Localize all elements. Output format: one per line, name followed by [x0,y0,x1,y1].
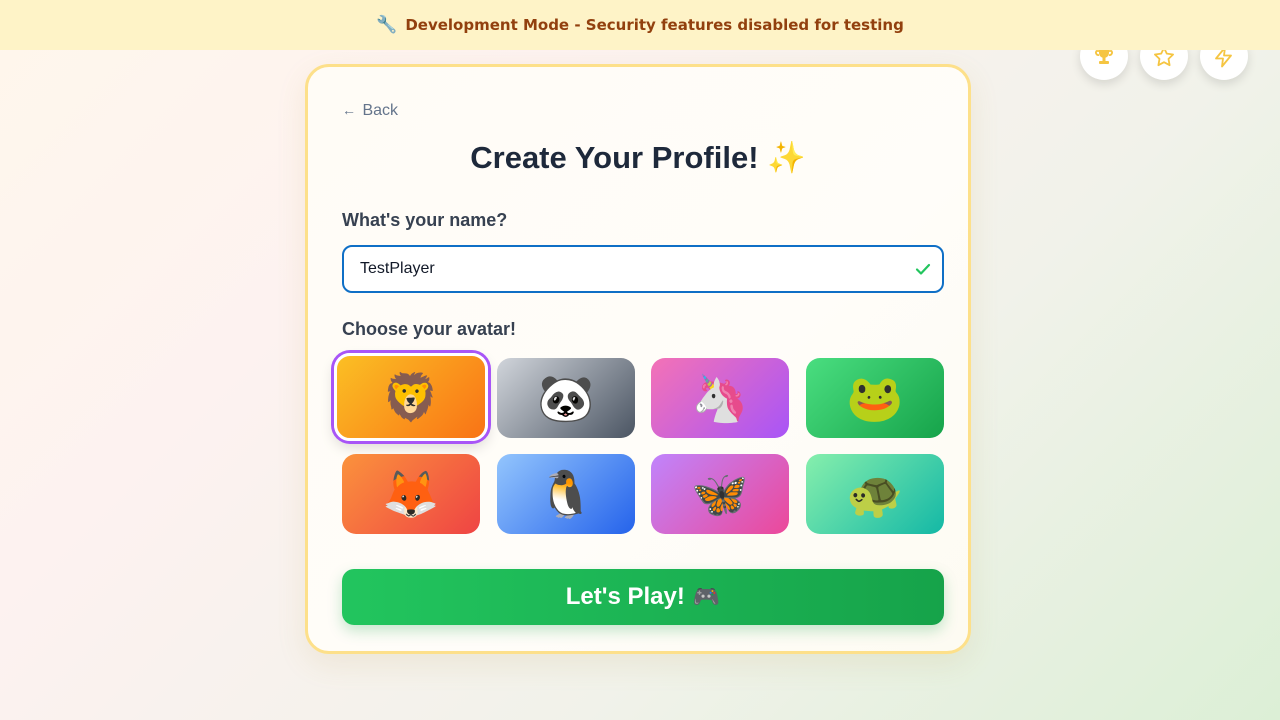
avatar-label: Choose your avatar! [342,319,517,339]
avatar-option-butterfly[interactable]: 🦋 [651,454,789,534]
back-label: Back [362,102,399,119]
name-input[interactable] [344,247,900,291]
name-field[interactable] [342,245,944,293]
avatar-option-frog[interactable]: 🐸 [806,358,944,438]
avatar-option-fox[interactable]: 🦊 [342,454,480,534]
avatar-option-turtle[interactable]: 🐢 [806,454,944,534]
avatar-option-penguin[interactable]: 🐧 [497,454,635,534]
dev-mode-banner: 🔧 Development Mode - Security features d… [0,0,1280,50]
page-title: Create Your Profile! ✨ [308,139,968,176]
back-arrow-icon: ← [342,102,356,118]
profile-card: ← Back Create Your Profile! ✨ What's you… [305,64,971,654]
check-icon [915,263,931,275]
name-label: What's your name? [342,210,508,230]
avatar-option-lion[interactable]: 🦁 [334,353,488,441]
avatar-option-unicorn[interactable]: 🦄 [651,358,789,438]
dev-mode-text: Development Mode - Security features dis… [405,16,904,34]
avatar-option-panda[interactable]: 🐼 [497,358,635,438]
gamepad-icon: 🎮 [692,584,721,610]
play-button-label: Let's Play! [565,583,685,610]
play-button[interactable]: Let's Play! 🎮 [342,569,944,625]
sparkles-icon: ✨ [767,140,806,175]
back-link[interactable]: ← Back [342,102,398,120]
wrench-icon: 🔧 [376,15,398,35]
page-title-text: Create Your Profile! [470,140,759,175]
